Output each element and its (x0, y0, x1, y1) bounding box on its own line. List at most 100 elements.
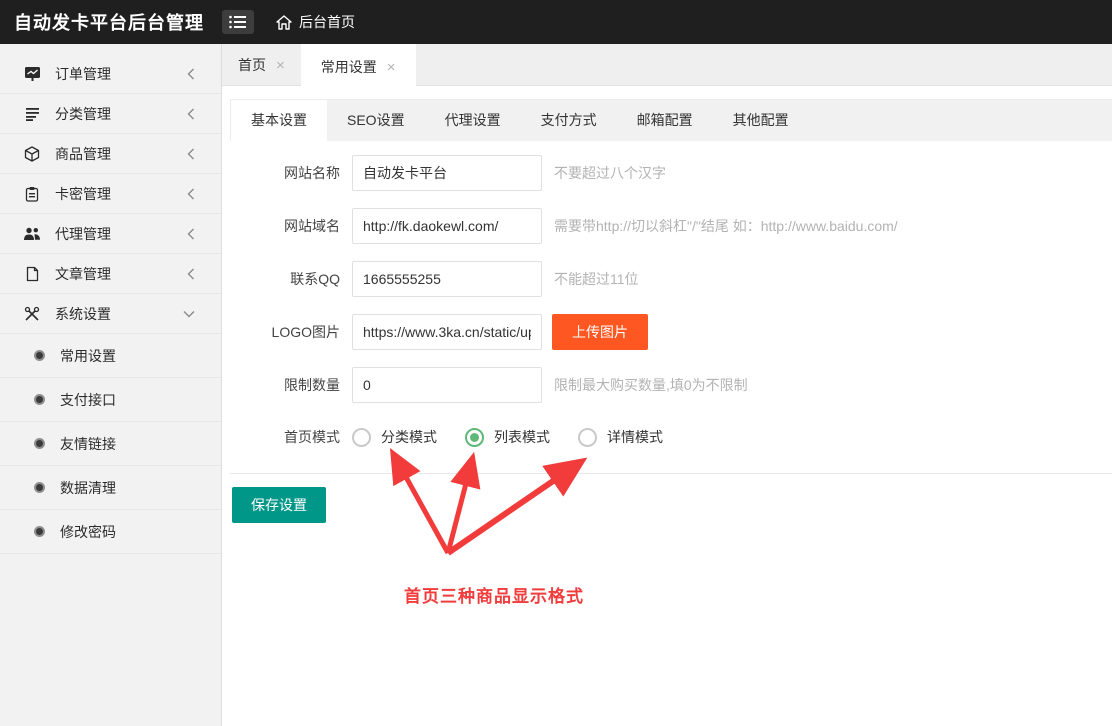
document-icon (22, 266, 42, 282)
sidebar-item-agents[interactable]: 代理管理 (0, 214, 221, 254)
tab-email-config[interactable]: 邮箱配置 (617, 100, 713, 141)
bullet-icon (34, 350, 45, 361)
logo-url-input[interactable] (352, 314, 542, 350)
chevron-down-icon (183, 310, 195, 318)
sidebar-item-label: 文章管理 (55, 264, 111, 284)
radio-option-label: 详情模式 (607, 427, 663, 447)
sidebar-subitem-label: 修改密码 (60, 522, 116, 542)
site-name-label: 网站名称 (230, 163, 352, 183)
form-row-contact-qq: 联系QQ 不能超过11位 (230, 261, 1112, 297)
contact-qq-input[interactable] (352, 261, 542, 297)
chevron-left-icon (187, 188, 195, 200)
contact-qq-label: 联系QQ (230, 269, 352, 289)
sidebar-item-categories[interactable]: 分类管理 (0, 94, 221, 134)
sidebar-subitem-friend-links[interactable]: 友情链接 (0, 422, 221, 466)
sidebar-item-orders[interactable]: 订单管理 (0, 54, 221, 94)
form-row-limit-quantity: 限制数量 限制最大购买数量,填0为不限制 (230, 367, 1112, 403)
sidebar-subitem-common-settings[interactable]: 常用设置 (0, 334, 221, 378)
sidebar-subitem-label: 数据清理 (60, 478, 116, 498)
home-mode-radio-group: 分类模式 列表模式 详情模式 (352, 427, 691, 447)
tab-other-config[interactable]: 其他配置 (713, 100, 809, 141)
sidebar-item-label: 商品管理 (55, 144, 111, 164)
tab-payment-methods[interactable]: 支付方式 (521, 100, 617, 141)
site-name-input[interactable] (352, 155, 542, 191)
sidebar-subitem-payment-api[interactable]: 支付接口 (0, 378, 221, 422)
collapse-menu-button[interactable] (222, 10, 254, 34)
users-icon (22, 227, 42, 241)
site-domain-label: 网站域名 (230, 216, 352, 236)
main-content: 首页 × 常用设置 × 基本设置 SEO设置 代理设置 支付方式 邮箱配置 其他… (222, 44, 1112, 726)
tab-agent-settings[interactable]: 代理设置 (425, 100, 521, 141)
sidebar-subitem-label: 支付接口 (60, 390, 116, 410)
sidebar-item-system-settings[interactable]: 系统设置 (0, 294, 221, 334)
save-settings-button[interactable]: 保存设置 (232, 487, 326, 523)
bullet-icon (34, 526, 45, 537)
app-title: 自动发卡平台后台管理 (0, 9, 222, 35)
settings-tab-bar: 基本设置 SEO设置 代理设置 支付方式 邮箱配置 其他配置 (230, 99, 1112, 141)
limit-quantity-label: 限制数量 (230, 375, 352, 395)
sidebar-item-card-keys[interactable]: 卡密管理 (0, 174, 221, 214)
sidebar-item-articles[interactable]: 文章管理 (0, 254, 221, 294)
chevron-left-icon (187, 148, 195, 160)
close-icon[interactable]: × (387, 59, 396, 76)
sidebar-item-label: 系统设置 (55, 304, 111, 324)
tab-basic-settings[interactable]: 基本设置 (231, 100, 327, 141)
contact-qq-hint: 不能超过11位 (554, 269, 639, 289)
radio-detail-mode[interactable]: 详情模式 (578, 427, 663, 447)
window-tab-label: 首页 (238, 55, 266, 75)
chevron-left-icon (187, 228, 195, 240)
form-row-home-mode: 首页模式 分类模式 列表模式 详情模式 (230, 427, 1112, 447)
sidebar-subitem-data-cleanup[interactable]: 数据清理 (0, 466, 221, 510)
limit-quantity-input[interactable] (352, 367, 542, 403)
radio-category-mode[interactable]: 分类模式 (352, 427, 437, 447)
tab-seo-settings[interactable]: SEO设置 (327, 100, 425, 141)
bullet-icon (34, 482, 45, 493)
topbar: 自动发卡平台后台管理 后台首页 (0, 0, 1112, 44)
form-row-site-domain: 网站域名 需要带http://切以斜杠"/"结尾 如：http://www.ba… (230, 208, 1112, 244)
window-tab-label: 常用设置 (321, 57, 377, 77)
product-cube-icon (22, 146, 42, 162)
radio-circle-icon (352, 428, 371, 447)
sidebar-item-label: 卡密管理 (55, 184, 111, 204)
sidebar: 订单管理 分类管理 商品管理 卡密管理 (0, 44, 222, 726)
order-chart-icon (22, 66, 42, 81)
site-domain-input[interactable] (352, 208, 542, 244)
chevron-left-icon (187, 108, 195, 120)
form-row-site-name: 网站名称 不要超过八个汉字 (230, 155, 1112, 191)
radio-option-label: 分类模式 (381, 427, 437, 447)
category-lines-icon (22, 107, 42, 121)
tools-icon (22, 306, 42, 322)
window-tab-home[interactable]: 首页 × (222, 44, 301, 86)
sidebar-item-products[interactable]: 商品管理 (0, 134, 221, 174)
form-row-logo: LOGO图片 上传图片 (230, 314, 1112, 350)
chevron-left-icon (187, 268, 195, 280)
sidebar-subitem-label: 友情链接 (60, 434, 116, 454)
window-tab-common-settings[interactable]: 常用设置 × (301, 44, 416, 90)
upload-image-button[interactable]: 上传图片 (552, 314, 648, 350)
list-menu-icon (229, 15, 247, 29)
home-icon (276, 15, 292, 30)
radio-list-mode[interactable]: 列表模式 (465, 427, 550, 447)
bullet-icon (34, 438, 45, 449)
site-domain-hint: 需要带http://切以斜杠"/"结尾 如：http://www.baidu.c… (554, 216, 898, 236)
limit-quantity-hint: 限制最大购买数量,填0为不限制 (554, 375, 748, 395)
radio-circle-icon (465, 428, 484, 447)
logo-label: LOGO图片 (230, 322, 352, 342)
home-mode-label: 首页模式 (230, 427, 352, 447)
backend-home-label: 后台首页 (299, 12, 355, 32)
chevron-left-icon (187, 68, 195, 80)
close-icon[interactable]: × (276, 57, 285, 74)
clipboard-icon (22, 186, 42, 202)
bullet-icon (34, 394, 45, 405)
sidebar-subitem-change-password[interactable]: 修改密码 (0, 510, 221, 554)
sidebar-item-label: 分类管理 (55, 104, 111, 124)
sidebar-item-label: 代理管理 (55, 224, 111, 244)
site-name-hint: 不要超过八个汉字 (554, 163, 666, 183)
sidebar-subitem-label: 常用设置 (60, 346, 116, 366)
annotation-text: 首页三种商品显示格式 (404, 582, 584, 607)
window-tab-bar: 首页 × 常用设置 × (222, 44, 1112, 86)
radio-option-label: 列表模式 (494, 427, 550, 447)
sidebar-item-label: 订单管理 (55, 64, 111, 84)
backend-home-link[interactable]: 后台首页 (276, 12, 355, 32)
radio-circle-icon (578, 428, 597, 447)
